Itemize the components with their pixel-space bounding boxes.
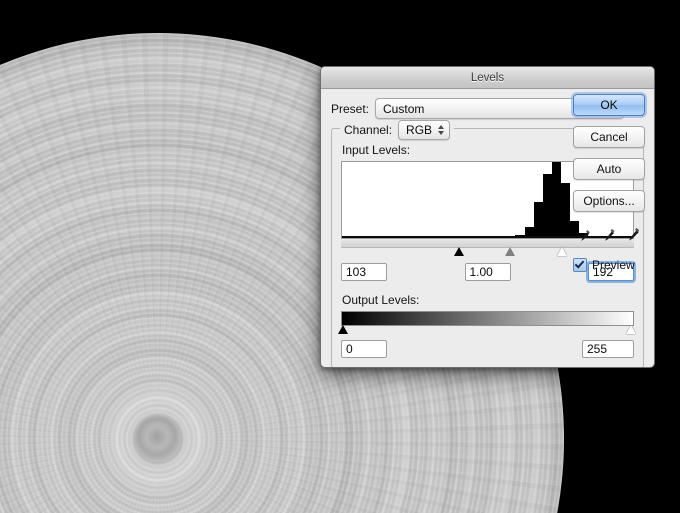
output-white-field[interactable]: 255 [582, 340, 634, 358]
preview-checkbox[interactable] [573, 258, 587, 272]
output-level-fields: 0 255 [341, 340, 634, 358]
options-button[interactable]: Options... [573, 190, 645, 212]
output-levels-label: Output Levels: [342, 293, 420, 307]
shadow-input-field[interactable]: 103 [341, 263, 387, 281]
channel-value: RGB [406, 123, 433, 137]
screen: Levels Preset: Custom Channel: RGB Input… [0, 0, 680, 513]
chevron-updown-icon [438, 125, 445, 135]
output-levels-section: Output Levels: 0 255 [338, 293, 636, 358]
channel-select[interactable]: RGB [398, 120, 451, 140]
output-black-field[interactable]: 0 [341, 340, 387, 358]
auto-button[interactable]: Auto [573, 158, 645, 180]
preset-label: Preset: [331, 101, 370, 116]
midtone-input-handle[interactable] [505, 247, 516, 256]
eyedropper-tools [573, 226, 645, 246]
cancel-button[interactable]: Cancel [573, 126, 645, 148]
output-slider-handles [338, 325, 636, 336]
channel-legend: Channel: RGB [340, 120, 455, 140]
histogram-bar [533, 201, 543, 238]
shadow-input-handle[interactable] [454, 247, 465, 256]
set-white-point-eyedropper[interactable] [625, 228, 641, 246]
disc-center-hub [135, 416, 181, 462]
preset-value: Custom [383, 101, 425, 116]
preview-row[interactable]: Preview [573, 258, 645, 272]
preview-label: Preview [592, 258, 635, 272]
dialog-titlebar[interactable]: Levels [321, 67, 654, 89]
histogram-bar [561, 183, 571, 238]
output-gradient-track[interactable] [341, 311, 634, 326]
output-black-handle[interactable] [338, 325, 348, 334]
midtone-input-field[interactable]: 1.00 [464, 263, 511, 281]
output-white-handle[interactable] [626, 325, 636, 334]
histogram-bar [542, 173, 552, 238]
set-black-point-eyedropper[interactable] [577, 230, 591, 246]
highlight-input-handle[interactable] [556, 247, 567, 256]
channel-label: Channel: [344, 123, 393, 137]
ok-button[interactable]: OK [573, 94, 645, 116]
dialog-button-column: OK Cancel Auto Options... Preview [573, 94, 645, 272]
levels-dialog: Levels Preset: Custom Channel: RGB Input… [320, 66, 655, 368]
set-gray-point-eyedropper[interactable] [601, 229, 616, 246]
dialog-title: Levels [470, 71, 505, 84]
histogram-bar [551, 162, 562, 238]
